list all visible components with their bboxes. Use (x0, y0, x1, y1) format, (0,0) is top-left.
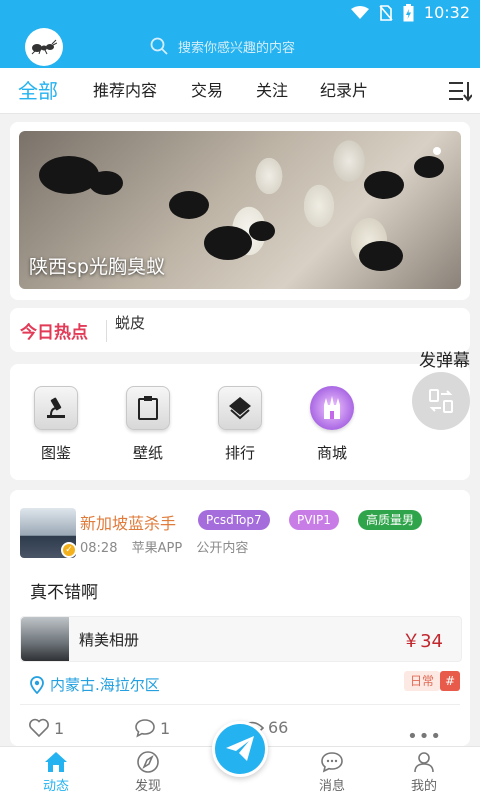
user-tag: PVIP1 (289, 510, 339, 530)
search-placeholder: 搜索你感兴趣的内容 (178, 40, 296, 56)
tab-recommended[interactable]: 推荐内容 (93, 68, 157, 114)
post-card[interactable]: ✓ 新加坡蓝杀手 PcsdTop7 PVIP1 高质量男 08:28 苹果APP… (10, 490, 470, 747)
layers-icon (218, 386, 262, 430)
hot-label: 今日热点 (20, 323, 88, 343)
heart-icon (29, 718, 49, 738)
like-button[interactable]: 1 (28, 718, 64, 738)
album-price: ￥34 (402, 631, 443, 652)
search-bar[interactable]: 搜索你感兴趣的内容 (150, 30, 450, 62)
ant-logo-icon (31, 39, 57, 55)
post-location[interactable]: 内蒙古.海拉尔区 (30, 674, 160, 695)
tab-following[interactable]: 关注 (256, 68, 288, 114)
app-logo[interactable] (25, 28, 63, 66)
post-meta: 08:28 苹果APP 公开内容 (80, 537, 258, 556)
post-username[interactable]: 新加坡蓝杀手 (80, 510, 176, 534)
status-time: 10:32 (423, 3, 470, 22)
like-count: 1 (54, 718, 65, 738)
hashtag-badge: # (440, 671, 460, 691)
tab-trade[interactable]: 交易 (191, 68, 223, 114)
album-thumbnail (21, 617, 69, 661)
paper-plane-icon (226, 736, 254, 761)
shortcut-grid: 图鉴 壁纸 排行 商城 (10, 364, 470, 480)
shortcut-label: 商城 (316, 444, 347, 462)
nav-messages[interactable]: 消息 (302, 751, 362, 794)
more-options-icon[interactable]: ••• (407, 726, 442, 747)
shortcut-atlas[interactable]: 图鉴 (26, 386, 86, 463)
user-tag: PcsdTop7 (198, 510, 270, 530)
message-icon (321, 752, 343, 773)
home-icon (45, 752, 67, 772)
shortcut-label: 图鉴 (40, 444, 71, 462)
publish-button[interactable] (212, 721, 268, 777)
castle-icon (310, 386, 354, 430)
status-icons: 10:32 (350, 3, 470, 22)
status-bar: 10:32 (0, 0, 480, 26)
post-time: 08:28 (80, 541, 118, 556)
shortcut-label: 排行 (224, 444, 255, 462)
nav-label: 发现 (134, 779, 161, 794)
tab-documentary[interactable]: 纪录片 (320, 68, 368, 114)
shortcut-wallpaper[interactable]: 壁纸 (118, 386, 178, 463)
no-sim-icon (379, 4, 393, 21)
post-visibility: 公开内容 (196, 541, 249, 556)
shortcut-store[interactable]: 商城 (302, 386, 362, 463)
shortcut-ranking[interactable]: 排行 (210, 386, 270, 463)
carousel-dot (433, 147, 441, 155)
comment-icon (135, 719, 155, 738)
comment-button[interactable]: 1 (134, 718, 170, 738)
search-icon (150, 37, 168, 55)
post-text: 真不错啊 (30, 583, 98, 603)
nav-label: 消息 (318, 779, 345, 794)
banner-card: 陕西sp光胸臭蚁 (10, 122, 470, 300)
user-tag: 高质量男 (358, 510, 423, 530)
comment-count: 1 (160, 718, 171, 738)
clipboard-icon (126, 386, 170, 430)
microscope-icon (34, 386, 78, 430)
hot-topic-item[interactable]: 蜕皮 (115, 312, 145, 333)
compass-icon (137, 751, 159, 773)
nav-label: 动态 (42, 779, 69, 794)
danmu-label[interactable]: 发弹幕 (419, 346, 470, 371)
post-source: 苹果APP (131, 541, 183, 556)
battery-icon (403, 3, 414, 21)
nav-label: 我的 (410, 779, 437, 794)
danmu-button[interactable] (412, 372, 470, 430)
sort-menu-icon[interactable] (448, 80, 472, 102)
nav-profile[interactable]: 我的 (394, 751, 454, 794)
shortcut-label: 壁纸 (132, 444, 163, 462)
tab-all[interactable]: 全部 (18, 68, 58, 114)
wifi-icon (350, 5, 369, 19)
nav-discover[interactable]: 发现 (118, 751, 178, 794)
hot-divider (106, 320, 107, 342)
swap-icon (429, 389, 453, 413)
banner-image[interactable]: 陕西sp光胸臭蚁 (19, 131, 461, 289)
category-tabs: 全部 推荐内容 交易 关注 纪录片 (0, 68, 480, 114)
post-divider (20, 704, 460, 705)
location-pin-icon (30, 675, 44, 694)
verified-badge-icon: ✓ (61, 542, 77, 558)
location-text: 内蒙古.海拉尔区 (50, 676, 160, 694)
top-header: 搜索你感兴趣的内容 (0, 26, 480, 68)
nav-feed[interactable]: 动态 (26, 751, 86, 794)
user-icon (414, 752, 434, 773)
album-title: 精美相册 (79, 631, 140, 649)
hot-topics-bar: 今日热点 蜕皮 (10, 308, 470, 352)
view-count: 66 (268, 718, 289, 737)
category-tag[interactable]: 日常 (403, 671, 440, 691)
album-attachment[interactable]: 精美相册 ￥34 (20, 616, 462, 662)
banner-caption: 陕西sp光胸臭蚁 (29, 256, 165, 278)
